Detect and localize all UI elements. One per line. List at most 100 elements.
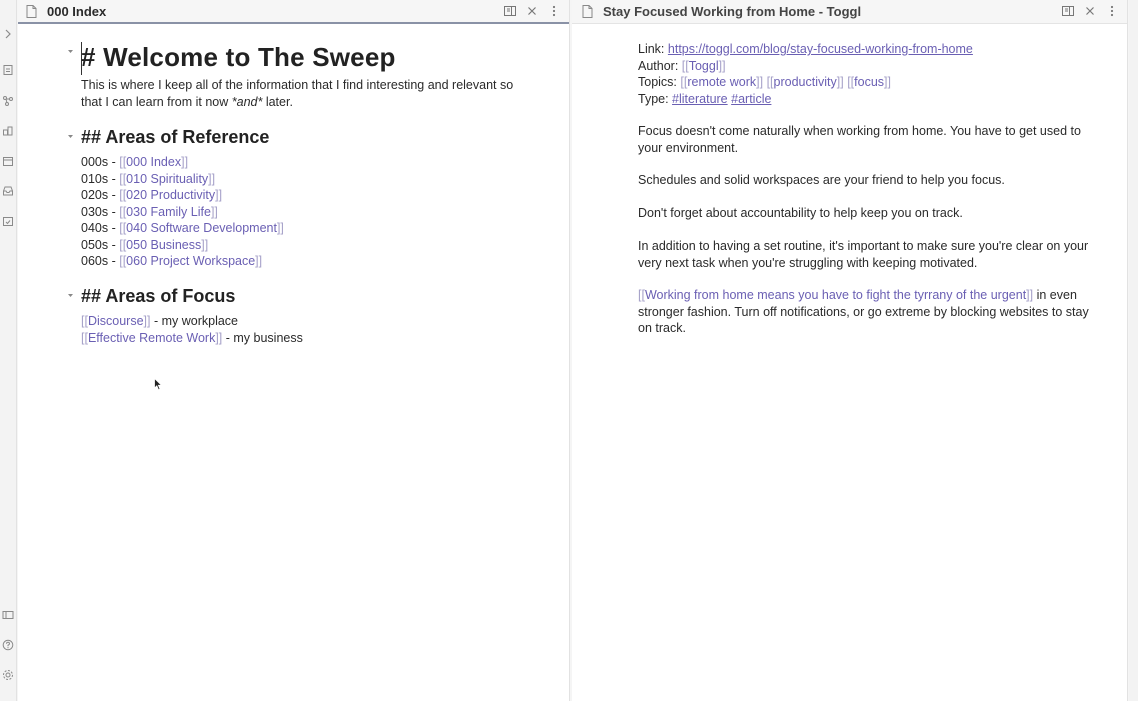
tag-link[interactable]: #article xyxy=(731,92,771,106)
item-suffix: - my business xyxy=(222,330,303,345)
left-ribbon xyxy=(0,0,17,701)
calendar-check-icon[interactable] xyxy=(2,215,14,227)
internal-link[interactable]: 010 Spirituality xyxy=(126,172,208,186)
intro-paragraph: This is where I keep all of the informat… xyxy=(81,77,513,110)
reading-view-icon[interactable] xyxy=(1061,4,1075,18)
link-bracket: ]] xyxy=(884,75,891,89)
editor-pane-left: 000 Index # Welcome to The Sweep This is… xyxy=(18,0,570,701)
paragraph: [[Working from home means you have to fi… xyxy=(638,287,1089,337)
list-item: 060s - [[060 Project Workspace]] xyxy=(81,253,284,270)
paragraph-text: in even xyxy=(1033,288,1077,302)
inbox-icon[interactable] xyxy=(2,185,14,197)
fold-toggle-icon[interactable] xyxy=(67,133,74,140)
fold-toggle-icon[interactable] xyxy=(67,48,74,55)
internal-link[interactable]: Working from home means you have to figh… xyxy=(645,288,1026,302)
preview-content: Link: https://toggl.com/blog/stay-focuse… xyxy=(572,24,1127,701)
meta-link-line: Link: https://toggl.com/blog/stay-focuse… xyxy=(638,41,1073,58)
vault-icon[interactable] xyxy=(2,609,14,621)
file-icon[interactable] xyxy=(2,64,14,76)
item-suffix: - my workplace xyxy=(150,314,239,328)
close-icon[interactable] xyxy=(1083,4,1097,18)
more-options-icon[interactable] xyxy=(547,4,561,18)
intro-line: that I can learn from it now *and* later… xyxy=(81,94,513,111)
close-icon[interactable] xyxy=(525,4,539,18)
paragraph-line: very next task when you're struggling wi… xyxy=(638,255,978,270)
mouse-pointer-icon xyxy=(154,377,163,391)
reading-view-icon[interactable] xyxy=(503,4,517,18)
internal-link[interactable]: productivity xyxy=(774,75,837,89)
link-bracket: ]] xyxy=(718,58,726,73)
list-item: [[Effective Remote Work]] - my business xyxy=(81,330,303,347)
link-bracket: [[ xyxy=(681,58,689,73)
link-bracket: [[ xyxy=(81,314,88,328)
list-item: 050s - [[050 Business]] xyxy=(81,237,284,254)
meta-label: Author: xyxy=(638,58,682,73)
list-item: [[Discourse]] - my workplace xyxy=(81,313,303,330)
paragraph-line: [[Working from home means you have to fi… xyxy=(638,287,1077,304)
metadata-block: Link: https://toggl.com/blog/stay-focuse… xyxy=(638,41,1073,107)
link-bracket: ]] xyxy=(201,237,209,252)
link-bracket: ]] xyxy=(255,254,263,268)
chevron-right-icon[interactable] xyxy=(2,28,14,40)
list-item: 000s - [[000 Index]] xyxy=(81,154,284,171)
paragraph: Don't forget about accountability to hel… xyxy=(638,205,1073,222)
internal-link[interactable]: 040 Software Development xyxy=(126,221,277,235)
link-bracket: [[ xyxy=(81,330,88,345)
more-options-icon[interactable] xyxy=(1105,4,1119,18)
internal-link[interactable]: 030 Family Life xyxy=(126,205,211,219)
link-bracket: [[ xyxy=(766,75,774,89)
internal-link[interactable]: focus xyxy=(854,75,884,89)
blocks-icon[interactable] xyxy=(2,125,14,137)
meta-author-line: Author: [[Toggl]] xyxy=(638,58,1073,75)
internal-link[interactable]: 000 Index xyxy=(126,155,181,169)
internal-link[interactable]: 060 Project Workspace xyxy=(126,254,255,268)
paragraph-line: on track. xyxy=(638,321,686,335)
list-item: 010s - [[010 Spirituality]] xyxy=(81,171,284,188)
internal-link[interactable]: Effective Remote Work xyxy=(88,331,215,345)
link-bracket: ]] xyxy=(836,75,844,89)
file-icon xyxy=(26,5,37,18)
item-prefix: 000s - xyxy=(81,155,120,169)
pane-header: 000 Index xyxy=(18,0,569,24)
item-prefix: 050s - xyxy=(81,237,120,252)
pane-title[interactable]: 000 Index xyxy=(47,4,106,19)
paragraph-line: Focus doesn't come naturally when workin… xyxy=(638,124,1081,138)
internal-link[interactable]: Toggl xyxy=(689,59,719,73)
internal-link[interactable]: 020 Productivity xyxy=(126,188,215,202)
settings-icon[interactable] xyxy=(2,669,14,681)
help-icon[interactable] xyxy=(2,639,14,651)
calendar-icon[interactable] xyxy=(2,155,14,167)
tag-link[interactable]: #literature xyxy=(672,92,728,106)
intro-emphasis: *and* xyxy=(231,94,263,109)
item-prefix: 060s - xyxy=(81,254,120,268)
focus-list: [[Discourse]] - my workplace [[Effective… xyxy=(81,313,303,346)
heading-areas-of-focus: ## Areas of Focus xyxy=(81,286,236,306)
link-bracket: [[ xyxy=(638,288,645,302)
link-bracket: ]] xyxy=(276,221,284,235)
list-item: 030s - [[030 Family Life]] xyxy=(81,204,284,221)
internal-link[interactable]: remote work xyxy=(687,75,756,89)
right-sidebar-collapsed[interactable] xyxy=(1129,0,1138,701)
editor-content[interactable]: # Welcome to The Sweep This is where I k… xyxy=(18,24,569,701)
graph-icon[interactable] xyxy=(2,95,14,107)
paragraph: Schedules and solid workspaces are your … xyxy=(638,172,1073,189)
internal-link[interactable]: Discourse xyxy=(88,314,144,328)
external-link[interactable]: https://toggl.com/blog/stay-focused-work… xyxy=(668,42,973,56)
meta-topics-line: Topics: [[remote work]] [[productivity]]… xyxy=(638,74,1073,91)
item-prefix: 020s - xyxy=(81,188,120,202)
heading-areas-of-reference: ## Areas of Reference xyxy=(81,127,270,147)
fold-toggle-icon[interactable] xyxy=(67,292,74,299)
list-item: 020s - [[020 Productivity]] xyxy=(81,187,284,204)
internal-link[interactable]: 050 Business xyxy=(126,238,201,252)
paragraph-line: Schedules and solid workspaces are your … xyxy=(638,173,1005,187)
intro-text: later. xyxy=(262,94,293,109)
pane-header: Stay Focused Working from Home - Toggl xyxy=(572,0,1127,24)
pane-title[interactable]: Stay Focused Working from Home - Toggl xyxy=(603,4,861,19)
link-bracket: ]] xyxy=(756,75,764,89)
item-prefix: 040s - xyxy=(81,221,120,235)
file-icon xyxy=(582,5,593,18)
paragraph-line: Don't forget about accountability to hel… xyxy=(638,206,963,220)
paragraph: Focus doesn't come naturally when workin… xyxy=(638,123,1081,156)
link-bracket: ]] xyxy=(181,155,189,169)
paragraph: In addition to having a set routine, it'… xyxy=(638,238,1088,271)
